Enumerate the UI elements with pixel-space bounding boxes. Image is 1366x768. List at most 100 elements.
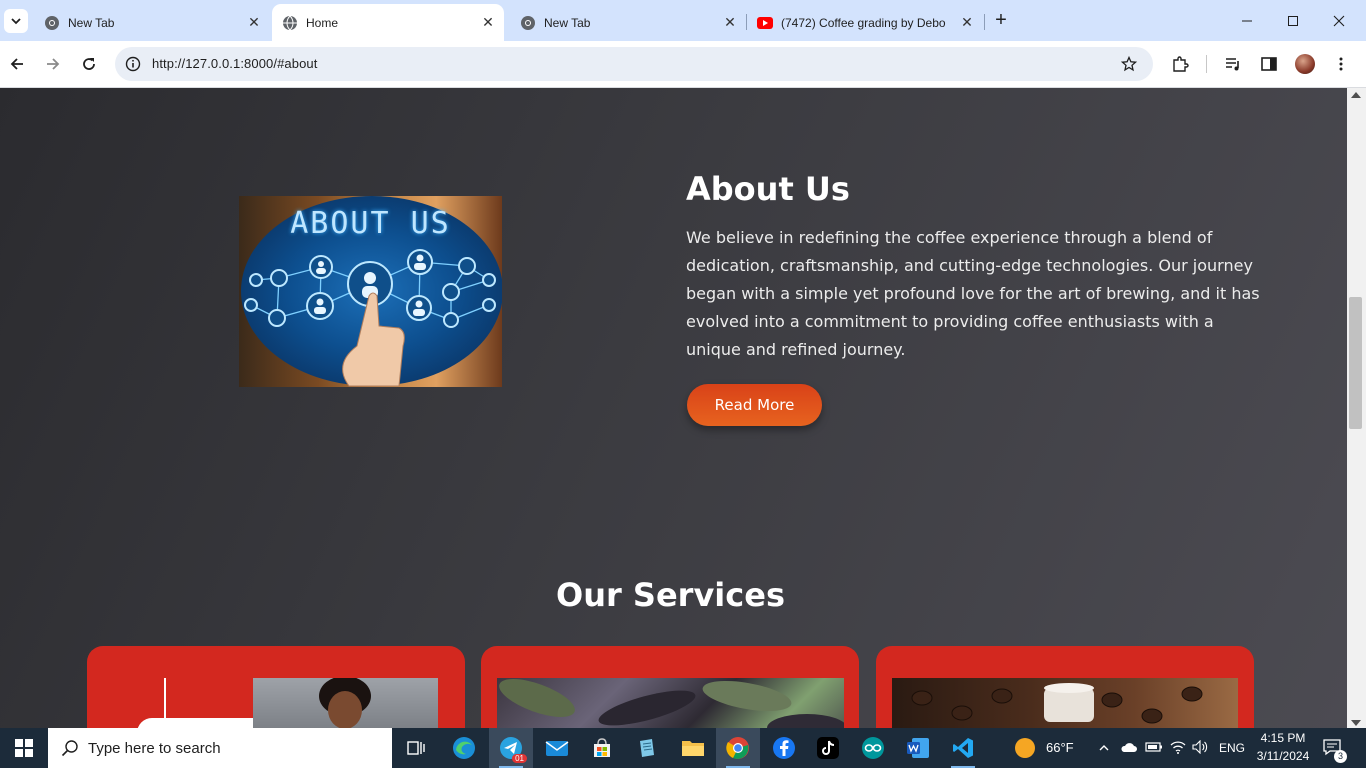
youtube-icon (757, 16, 773, 29)
side-panel-button[interactable] (1257, 52, 1281, 76)
onedrive-cloud-icon[interactable] (1120, 740, 1138, 759)
reload-button[interactable] (77, 52, 101, 76)
tab-separator (984, 14, 985, 30)
tiktok-app[interactable] (806, 728, 850, 768)
close-icon[interactable]: ✕ (957, 13, 977, 33)
vscode-app[interactable] (941, 728, 985, 768)
scroll-down-arrow-icon[interactable] (1351, 720, 1361, 726)
mail-app[interactable] (535, 728, 579, 768)
weather-sun-icon[interactable] (1015, 738, 1035, 758)
service-card-2[interactable] (481, 646, 859, 728)
chevron-down-icon (11, 18, 21, 25)
tab-title: New Tab (68, 15, 115, 30)
page-scrollbar[interactable] (1347, 88, 1366, 728)
extensions-button[interactable] (1168, 52, 1192, 76)
tab-title: (7472) Coffee grading by Debo (781, 15, 946, 30)
tiktok-icon (817, 737, 839, 759)
coffee-beans-cup-graphic (911, 683, 1203, 724)
clock-date[interactable]: 3/11/2024 (1254, 749, 1312, 763)
profile-avatar[interactable] (1295, 54, 1315, 74)
battery-icon[interactable] (1145, 740, 1163, 759)
wifi-icon[interactable] (1169, 739, 1187, 760)
tab-home[interactable]: Home ✕ (272, 4, 504, 41)
notification-count-badge: 3 (1334, 750, 1347, 763)
browser-menu-button[interactable] (1329, 52, 1353, 76)
file-explorer-app[interactable] (671, 728, 715, 768)
vscode-icon (953, 738, 973, 758)
weather-temperature[interactable]: 66°F (1046, 740, 1074, 755)
globe-icon (283, 15, 297, 30)
word-icon (907, 738, 929, 758)
arrow-left-icon (10, 58, 23, 70)
reload-icon (83, 58, 95, 70)
word-app[interactable] (896, 728, 940, 768)
minimize-icon (1242, 20, 1252, 21)
taskbar-search-box[interactable]: Type here to search (48, 728, 392, 768)
folder-icon (682, 741, 704, 756)
start-button[interactable] (0, 728, 48, 768)
new-tab-button[interactable]: + (990, 10, 1012, 32)
tab-new-tab-1[interactable]: New Tab ✕ (34, 4, 270, 41)
bookmark-star-icon[interactable] (1119, 54, 1139, 74)
toolbar-divider (1206, 55, 1207, 73)
language-indicator[interactable]: ENG (1219, 741, 1245, 755)
task-view-button[interactable] (394, 728, 438, 768)
service-image-beans (892, 678, 1238, 728)
microsoft-store-app[interactable] (580, 728, 624, 768)
arrow-right-icon (47, 58, 60, 70)
arduino-app[interactable] (851, 728, 895, 768)
close-window-button[interactable] (1316, 0, 1362, 41)
volume-icon[interactable] (1192, 739, 1208, 759)
puzzle-icon (1173, 56, 1189, 72)
chrome-app[interactable] (716, 728, 760, 768)
info-icon[interactable] (123, 54, 143, 74)
kebab-menu-icon (1339, 57, 1343, 71)
about-heading: About Us (686, 170, 850, 208)
about-image-caption: ABOUT US (290, 206, 451, 241)
arduino-icon (862, 737, 884, 759)
media-control-button[interactable] (1221, 52, 1245, 76)
tab-search-button[interactable] (4, 9, 28, 33)
url-text[interactable]: http://127.0.0.1:8000/#about (152, 56, 317, 71)
browser-tab-strip: New Tab ✕ Home ✕ New Tab ✕ (7472) Coffee… (0, 0, 1366, 41)
facebook-icon (773, 737, 795, 759)
edge-app[interactable] (442, 728, 486, 768)
page-viewport: ABOUT US About Us We believe in redefini… (0, 88, 1347, 728)
windows-logo-icon (15, 739, 33, 757)
browser-toolbar: http://127.0.0.1:8000/#about (0, 41, 1366, 88)
search-placeholder: Type here to search (88, 739, 221, 757)
back-button[interactable] (5, 52, 29, 76)
close-icon (1333, 15, 1345, 26)
tab-new-tab-2[interactable]: New Tab ✕ (510, 4, 746, 41)
service-card-3[interactable] (876, 646, 1254, 728)
read-more-button[interactable]: Read More (687, 384, 822, 426)
telegram-app[interactable]: 01 (489, 728, 533, 768)
close-icon[interactable]: ✕ (720, 13, 740, 33)
side-panel-icon (1261, 57, 1277, 71)
minimize-button[interactable] (1224, 0, 1270, 41)
service-image-person (253, 676, 438, 728)
forward-button[interactable] (41, 52, 65, 76)
service-card-1[interactable] (87, 646, 465, 728)
services-heading: Our Services (556, 576, 785, 614)
address-bar[interactable]: http://127.0.0.1:8000/#about (115, 47, 1153, 81)
about-us-image: ABOUT US (239, 196, 502, 387)
facebook-app[interactable] (762, 728, 806, 768)
person-photo-graphic (319, 676, 371, 728)
maximize-button[interactable] (1270, 0, 1316, 41)
close-icon[interactable]: ✕ (478, 13, 498, 33)
edge-icon (453, 737, 475, 759)
tab-title: Home (306, 15, 339, 30)
about-paragraph: We believe in redefining the coffee expe… (686, 228, 1260, 359)
chevron-up-icon[interactable] (1098, 741, 1110, 759)
chrome-icon (45, 15, 59, 30)
scrollbar-thumb[interactable] (1349, 297, 1362, 429)
windows-taskbar: Type here to search 01 66°F ENG 4:15 PM … (0, 728, 1366, 768)
clock-time[interactable]: 4:15 PM (1259, 731, 1307, 745)
close-icon[interactable]: ✕ (244, 13, 264, 33)
coffee-leaves-graphic (499, 679, 847, 728)
tab-youtube[interactable]: (7472) Coffee grading by Debo ✕ (747, 4, 983, 41)
scroll-up-arrow-icon[interactable] (1351, 92, 1361, 98)
notes-app[interactable] (625, 728, 669, 768)
chrome-icon (726, 737, 749, 759)
